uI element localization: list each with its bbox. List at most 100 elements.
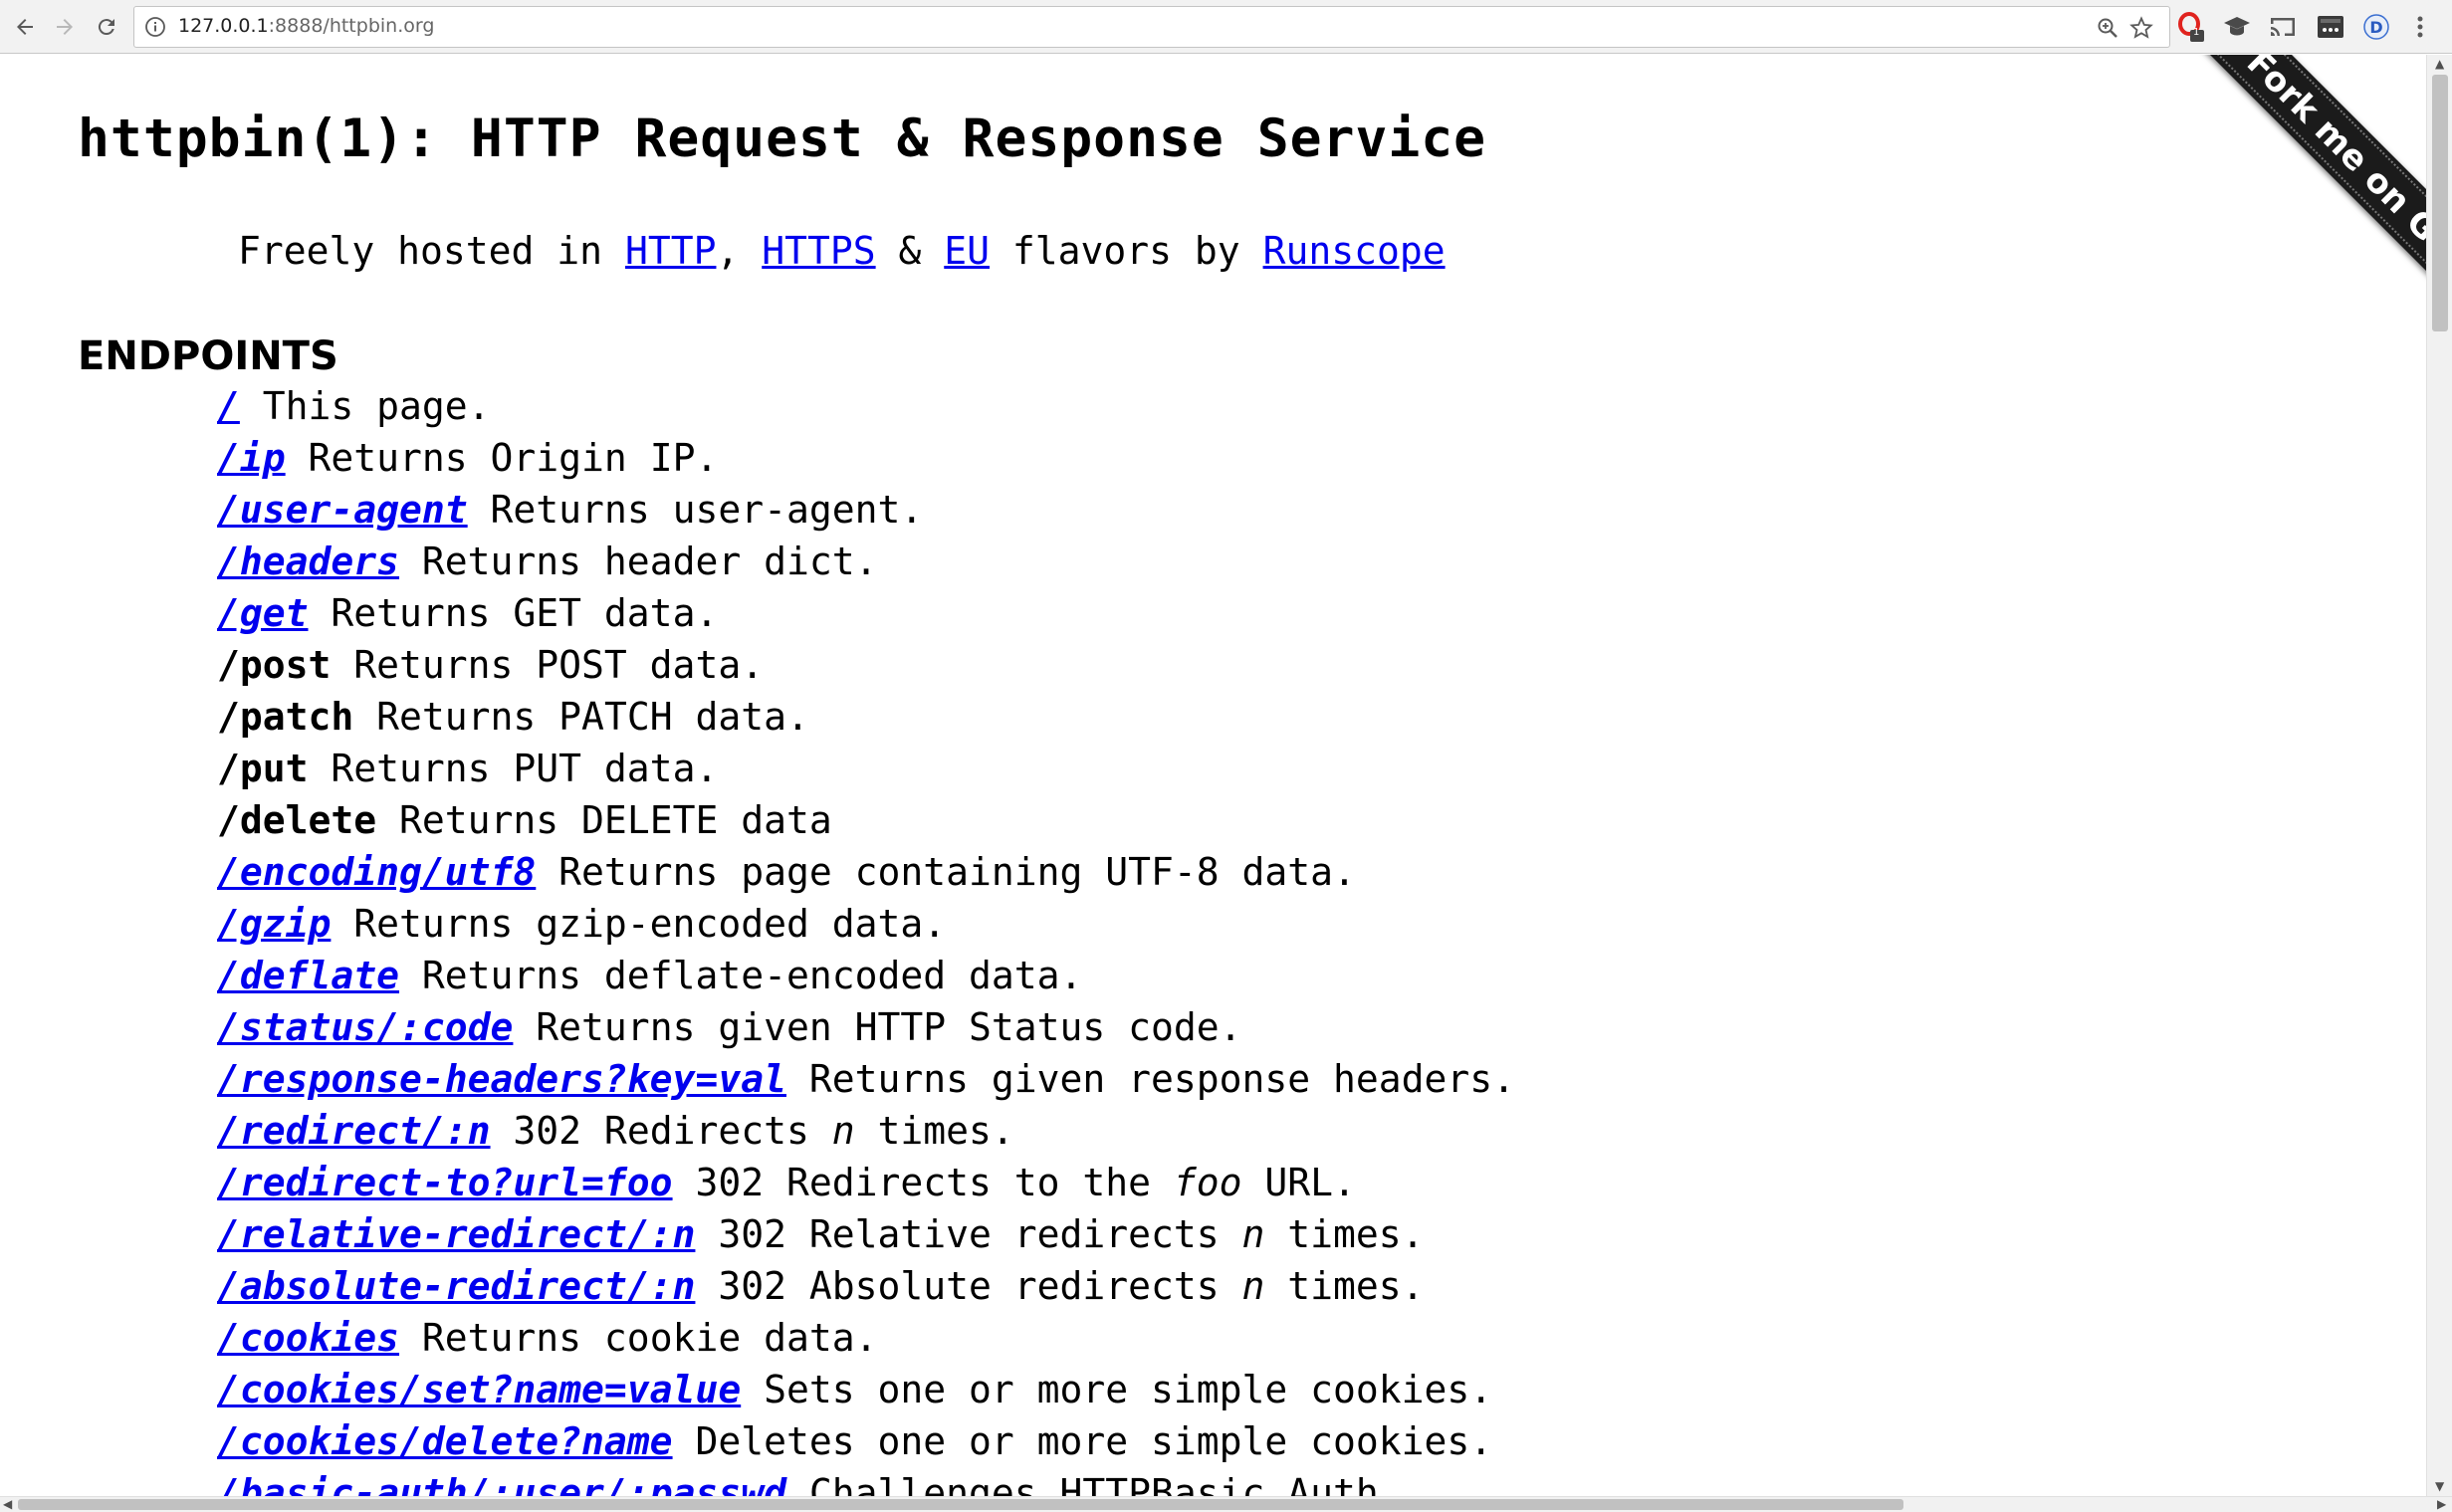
hosting-middle: flavors by <box>990 229 1263 273</box>
eu-link[interactable]: EU <box>944 229 990 273</box>
endpoint-description: Returns given HTTP Status code. <box>513 1005 1241 1049</box>
endpoint-path-link[interactable]: / <box>217 384 240 428</box>
endpoint-description: 302 Relative redirects n times. <box>695 1212 1424 1256</box>
vertical-scrollbar-thumb[interactable] <box>2432 75 2448 331</box>
scroll-up-arrow-icon[interactable]: ▲ <box>2435 58 2444 70</box>
scroll-down-arrow-icon[interactable]: ▼ <box>2435 1480 2444 1492</box>
endpoint-description-text: Returns POST data. <box>331 643 765 687</box>
endpoint-description: Sets one or more simple cookies. <box>741 1368 1492 1411</box>
endpoint-description-text: Returns DELETE data <box>376 798 832 842</box>
endpoint-description: Returns gzip-encoded data. <box>331 902 946 946</box>
endpoint-description-text: Returns header dict. <box>399 540 878 583</box>
endpoint-description-emphasis: n <box>1241 1264 1265 1308</box>
back-arrow-icon <box>17 19 33 35</box>
endpoint-item: /absolute-redirect/:n 302 Absolute redir… <box>217 1260 1515 1312</box>
endpoint-path-link[interactable]: /response-headers?key=val <box>217 1057 786 1101</box>
endpoint-description-text: This page. <box>239 384 491 428</box>
endpoint-description-text: 302 Redirects <box>490 1109 832 1153</box>
endpoint-path-link[interactable]: /cookies/delete?name <box>217 1419 673 1463</box>
chrome-menu-icon[interactable] <box>2405 12 2435 46</box>
cast-icon[interactable] <box>2268 12 2298 46</box>
endpoint-description: Returns Origin IP. <box>286 436 719 480</box>
endpoint-item: /get Returns GET data. <box>217 587 1515 639</box>
endpoint-path-link[interactable]: /cookies <box>217 1316 399 1360</box>
endpoint-description-text: Returns gzip-encoded data. <box>331 902 947 946</box>
endpoint-description: Returns user-agent. <box>468 488 924 532</box>
url-host: 127.0.0.1 <box>178 15 269 37</box>
endpoint-path: /delete <box>217 798 377 842</box>
endpoint-path-link[interactable]: /ip <box>217 436 286 480</box>
graduation-cap-icon[interactable] <box>2222 12 2252 46</box>
forward-arrow-icon <box>57 19 73 35</box>
d-extension-icon[interactable]: D <box>2361 12 2391 46</box>
hosting-info: Freely hosted in HTTP, HTTPS & EU flavor… <box>238 229 1446 273</box>
endpoint-item: /ip Returns Origin IP. <box>217 432 1515 484</box>
opera-extension-icon[interactable]: 1 <box>2176 12 2206 48</box>
endpoint-item: /response-headers?key=val Returns given … <box>217 1053 1515 1105</box>
endpoint-path-link[interactable]: /user-agent <box>217 488 468 532</box>
endpoints-heading: ENDPOINTS <box>78 333 338 379</box>
endpoint-path-link[interactable]: /redirect/:n <box>217 1109 491 1153</box>
endpoint-description-text: Returns given HTTP Status code. <box>513 1005 1242 1049</box>
endpoint-path-link[interactable]: /redirect-to?url=foo <box>217 1161 673 1204</box>
vertical-scrollbar[interactable]: ▲ ▼ <box>2426 55 2452 1496</box>
endpoint-item: /patch Returns PATCH data. <box>217 691 1515 743</box>
bookmark-star-icon[interactable] <box>2129 16 2153 44</box>
endpoint-description: Returns deflate-encoded data. <box>399 954 1082 997</box>
endpoint-path-link[interactable]: /absolute-redirect/:n <box>217 1264 695 1308</box>
endpoint-item: /delete Returns DELETE data <box>217 794 1515 846</box>
forward-button[interactable] <box>46 8 84 46</box>
back-button[interactable] <box>6 8 44 46</box>
endpoint-path-link[interactable]: /cookies/set?name=value <box>217 1368 741 1411</box>
hosting-sep-comma: , <box>716 229 763 273</box>
endpoint-path-link[interactable]: /encoding/utf8 <box>217 850 536 894</box>
url-path: :8888/httpbin.org <box>268 15 435 37</box>
endpoint-description-text: 302 Absolute redirects <box>695 1264 1242 1308</box>
address-bar[interactable]: 127.0.0.1:8888/httpbin.org <box>133 6 2170 48</box>
endpoint-path: /patch <box>217 695 354 739</box>
endpoint-path-link[interactable]: /get <box>217 591 309 635</box>
dots-extension-icon[interactable] <box>2316 12 2345 46</box>
endpoint-path-link[interactable]: /gzip <box>217 902 331 946</box>
https-link[interactable]: HTTPS <box>762 229 875 273</box>
endpoint-path-link[interactable]: /headers <box>217 540 399 583</box>
runscope-link[interactable]: Runscope <box>1263 229 1446 273</box>
scroll-left-arrow-icon[interactable]: ◀ <box>3 1498 12 1510</box>
endpoint-description-text: times. <box>1264 1264 1425 1308</box>
endpoint-description: Returns header dict. <box>399 540 878 583</box>
endpoint-item: /user-agent Returns user-agent. <box>217 484 1515 536</box>
endpoint-description-text: 302 Redirects to the <box>672 1161 1174 1204</box>
endpoint-list: / This page./ip Returns Origin IP./user-… <box>217 380 1515 1496</box>
info-icon[interactable] <box>144 16 166 42</box>
endpoint-item: /basic-auth/:user/:passwd Challenges HTT… <box>217 1467 1515 1496</box>
endpoint-path-link[interactable]: /status/:code <box>217 1005 513 1049</box>
endpoint-description-emphasis: n <box>1241 1212 1265 1256</box>
fork-me-on-github-ribbon[interactable]: Fork me on GitHub <box>2168 55 2426 394</box>
scroll-right-arrow-icon[interactable]: ▶ <box>2437 1498 2446 1510</box>
endpoint-description: Deletes one or more simple cookies. <box>672 1419 1493 1463</box>
endpoint-description: Returns POST data. <box>331 643 764 687</box>
page-content: httpbin(1): HTTP Request & Response Serv… <box>0 55 2426 1496</box>
endpoint-item: /deflate Returns deflate-encoded data. <box>217 950 1515 1001</box>
endpoint-description-emphasis: n <box>831 1109 855 1153</box>
reload-button[interactable] <box>88 8 125 46</box>
endpoint-description: Returns GET data. <box>309 591 718 635</box>
endpoint-description-text: 302 Relative redirects <box>695 1212 1242 1256</box>
endpoint-item: /gzip Returns gzip-encoded data. <box>217 898 1515 950</box>
horizontal-scrollbar[interactable]: ◀ ▶ <box>0 1496 2452 1512</box>
endpoint-description-text: Returns PUT data. <box>308 747 719 790</box>
endpoint-description: Returns given response headers. <box>786 1057 1515 1101</box>
endpoint-path-link[interactable]: /deflate <box>217 954 399 997</box>
endpoint-description-text: Deletes one or more simple cookies. <box>672 1419 1493 1463</box>
endpoint-description-text: Challenges HTTPBasic Auth. <box>785 1471 1402 1496</box>
reload-icon <box>98 19 114 36</box>
endpoint-path-link[interactable]: /relative-redirect/:n <box>217 1212 695 1256</box>
extension-badge: 1 <box>2193 27 2200 38</box>
endpoint-description-text: Returns user-agent. <box>467 488 924 532</box>
hosting-sep-amp: & <box>875 229 945 273</box>
horizontal-scrollbar-thumb[interactable] <box>18 1499 1903 1510</box>
http-link[interactable]: HTTP <box>625 229 717 273</box>
endpoint-item: /encoding/utf8 Returns page containing U… <box>217 846 1515 898</box>
endpoint-path-link[interactable]: /basic-auth/:user/:passwd <box>217 1471 786 1496</box>
zoom-icon[interactable] <box>2096 16 2119 44</box>
